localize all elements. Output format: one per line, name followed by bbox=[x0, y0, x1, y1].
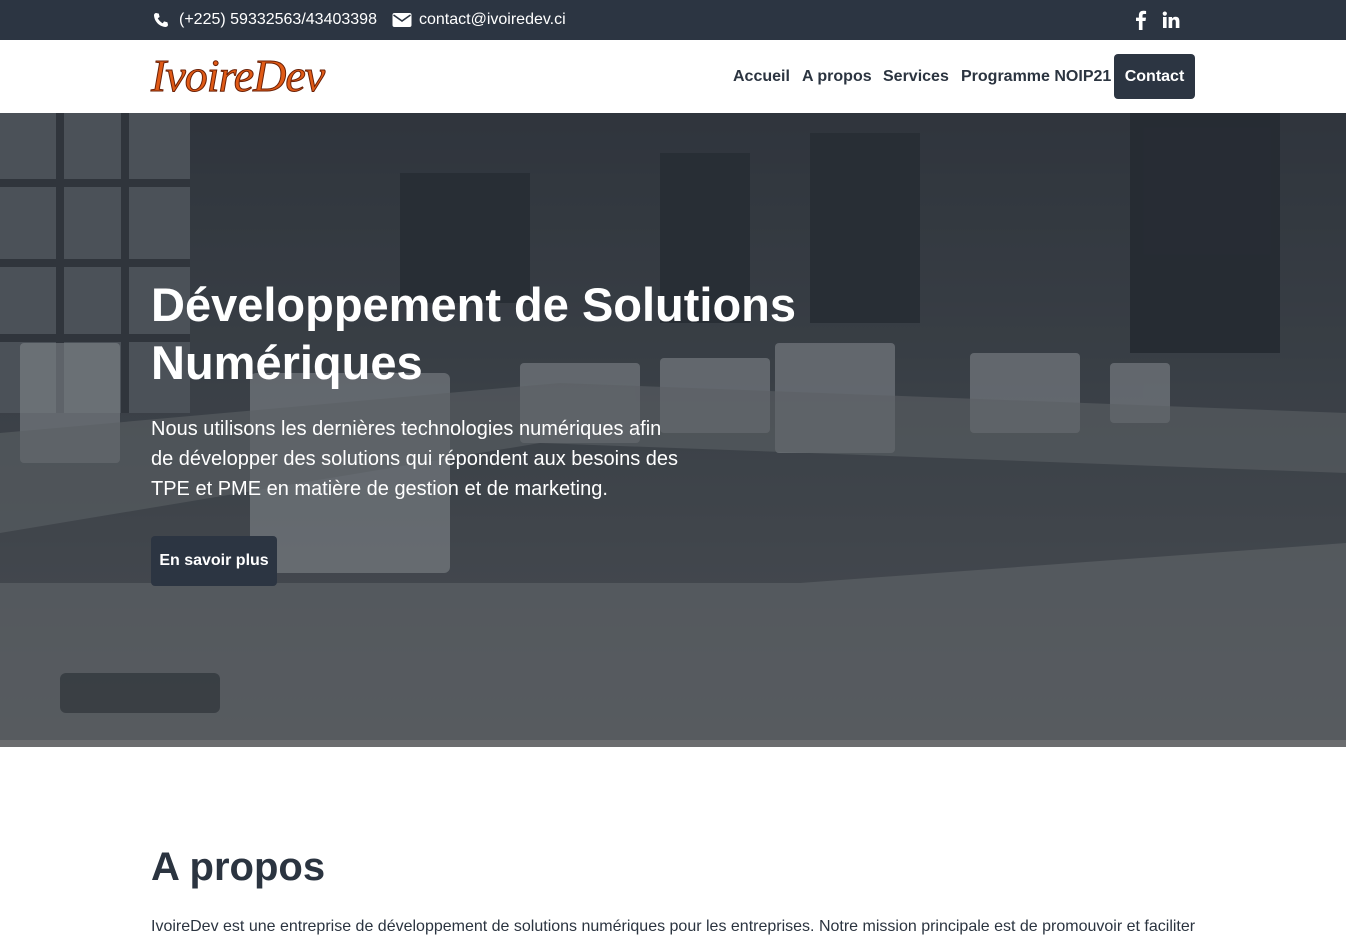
envelope-icon bbox=[392, 10, 412, 30]
phone-icon bbox=[151, 10, 171, 30]
nav-services[interactable]: Services bbox=[883, 40, 949, 113]
main-navbar: IvoireDev Accueil A propos Services Prog… bbox=[0, 40, 1346, 113]
email-contact[interactable]: contact@ivoiredev.ci bbox=[392, 0, 566, 40]
email-address: contact@ivoiredev.ci bbox=[419, 11, 566, 28]
linkedin-icon[interactable] bbox=[1162, 10, 1180, 30]
logo[interactable]: IvoireDev bbox=[151, 50, 326, 102]
facebook-icon[interactable] bbox=[1132, 9, 1150, 31]
nav-contact-button[interactable]: Contact bbox=[1114, 54, 1195, 99]
hero-subtitle: Nous utilisons les dernières technologie… bbox=[151, 418, 679, 500]
phone-number: (+225) 59332563/43403398 bbox=[179, 11, 377, 28]
hero-title: Développement de Solutions Numériques bbox=[151, 278, 797, 389]
phone-contact[interactable]: (+225) 59332563/43403398 bbox=[151, 0, 377, 40]
about-title: A propos bbox=[151, 845, 326, 889]
nav-programme-noip21[interactable]: Programme NOIP21 bbox=[961, 40, 1111, 113]
about-text: IvoireDev est une entreprise de développ… bbox=[151, 918, 1196, 935]
top-bar: (+225) 59332563/43403398 contact@ivoired… bbox=[0, 0, 1346, 40]
logo-text: IvoireDev bbox=[151, 50, 326, 102]
hero-section: Développement de Solutions Numériques No… bbox=[0, 113, 1346, 740]
en-savoir-plus-button[interactable]: En savoir plus bbox=[151, 536, 277, 586]
hero-bottom-border bbox=[0, 740, 1346, 747]
nav-a-propos[interactable]: A propos bbox=[802, 40, 872, 113]
nav-accueil[interactable]: Accueil bbox=[733, 40, 790, 113]
